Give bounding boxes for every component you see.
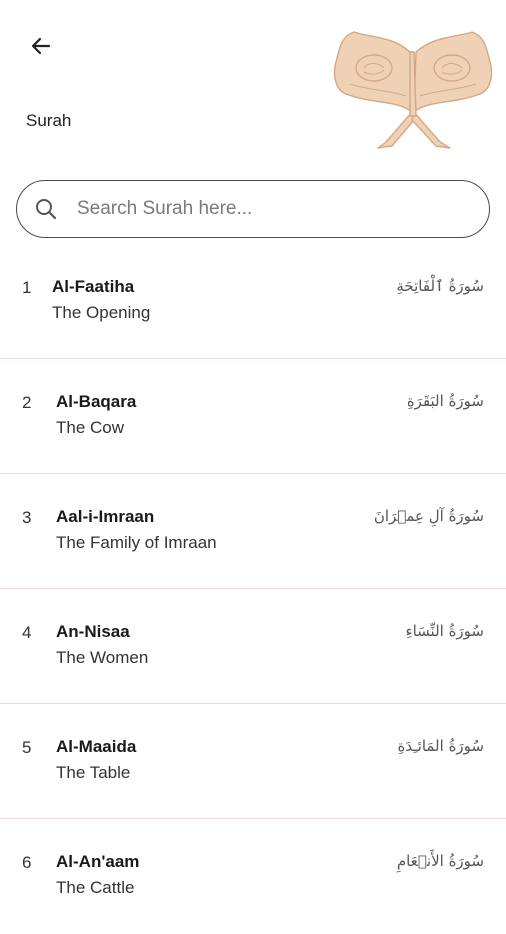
- surah-arabic-name: سُورَةُ النِّسَاءِ: [405, 622, 484, 640]
- arrow-left-icon: [29, 34, 53, 63]
- surah-list-item[interactable]: 2 Al-Baqara The Cow سُورَةُ البَقَرَةِ: [0, 359, 506, 474]
- surah-name: Al-An'aam: [56, 852, 140, 871]
- header: Surah: [0, 0, 506, 165]
- search-bar[interactable]: [16, 180, 490, 238]
- surah-meaning: The Table: [56, 763, 131, 782]
- search-icon: [33, 196, 59, 222]
- surah-number: 2: [22, 393, 32, 412]
- surah-list-item[interactable]: 1 Al-Faatiha The Opening سُورَةُ ٱلْفَات…: [0, 244, 506, 359]
- surah-list: 1 Al-Faatiha The Opening سُورَةُ ٱلْفَات…: [0, 244, 506, 934]
- surah-meaning: The Cattle: [56, 878, 135, 897]
- surah-name: Aal-i-Imraan: [56, 507, 155, 526]
- surah-arabic-name: سُورَةُ المَائـِدَةِ: [397, 737, 484, 755]
- surah-number: 1: [22, 278, 32, 297]
- surah-meaning: The Cow: [56, 418, 125, 437]
- surah-meaning: The Family of Imraan: [56, 533, 217, 552]
- surah-name: An-Nisaa: [56, 622, 130, 641]
- surah-meaning: The Women: [56, 648, 149, 667]
- surah-number: 4: [22, 623, 32, 642]
- surah-name: Al-Baqara: [56, 392, 137, 411]
- surah-arabic-name: سُورَةُ البَقَرَةِ: [406, 392, 484, 410]
- surah-list-item[interactable]: 4 An-Nisaa The Women سُورَةُ النِّسَاءِ: [0, 589, 506, 704]
- quran-book-stand-illustration: [328, 24, 498, 154]
- surah-list-item[interactable]: 6 Al-An'aam The Cattle سُورَةُ الأَنۡعَا…: [0, 819, 506, 934]
- search-input[interactable]: [75, 197, 459, 221]
- back-button[interactable]: [24, 31, 58, 65]
- surah-meaning: The Opening: [52, 303, 151, 322]
- page-title: Surah: [26, 111, 72, 130]
- surah-list-item[interactable]: 5 Al-Maaida The Table سُورَةُ المَائـِدَ…: [0, 704, 506, 819]
- surah-name: Al-Faatiha: [52, 277, 135, 296]
- surah-arabic-name: سُورَةُ ٱلْفَاتِحَةِ: [396, 277, 484, 295]
- surah-list-item[interactable]: 3 Aal-i-Imraan The Family of Imraan سُور…: [0, 474, 506, 589]
- surah-number: 6: [22, 853, 32, 872]
- surah-number: 3: [22, 508, 32, 527]
- surah-name: Al-Maaida: [56, 737, 137, 756]
- surah-arabic-name: سُورَةُ الأَنۡعَامِ: [396, 852, 484, 870]
- surah-number: 5: [22, 738, 32, 757]
- surah-arabic-name: سُورَةُ آلِ عِمۡرَانَ: [373, 507, 484, 525]
